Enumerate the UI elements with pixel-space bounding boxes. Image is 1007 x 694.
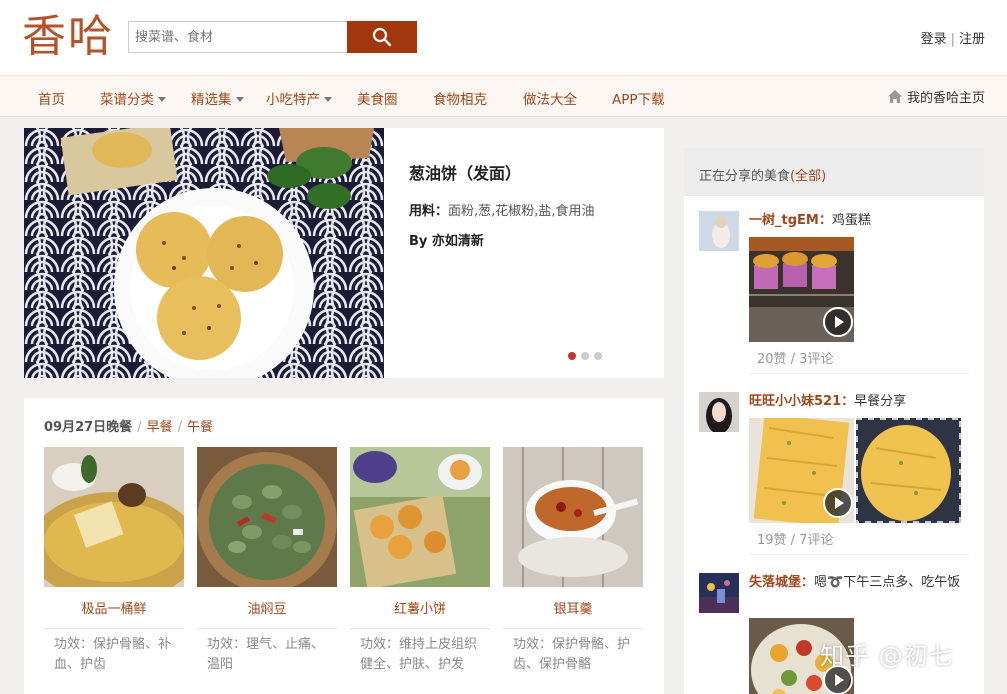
featured-recipe-ingredients: 用料：面粉,葱,花椒粉,盐,食用油 <box>409 200 595 219</box>
avatar[interactable] <box>699 573 739 613</box>
recipe-photo[interactable] <box>503 447 643 587</box>
scallion-pancake-photo[interactable] <box>24 128 384 378</box>
house-icon <box>887 90 902 103</box>
meal-date[interactable]: 09月27日晚餐 <box>44 420 132 435</box>
nav-label: 菜谱分类 <box>100 92 154 108</box>
tab-lunch[interactable]: 午餐 <box>187 420 213 435</box>
play-icon <box>835 497 844 509</box>
zhihu-watermark: 知乎 @初七 <box>820 642 954 670</box>
feed-photos <box>749 418 961 523</box>
recipe-effect: 功效：保护骨骼、补血、护齿 <box>54 637 172 672</box>
caret-down-icon <box>235 97 244 102</box>
caret-down-icon <box>324 97 332 102</box>
feed-message: 早餐分享 <box>854 394 907 409</box>
avatar[interactable] <box>699 392 739 432</box>
nav-item-home[interactable]: 首页 <box>38 88 65 108</box>
sharing-sidebar: 正在分享的美食(全部) 一树_tgEM：鸡蛋糕 20赞 / 3评论 旺旺小小妹5… <box>684 148 984 694</box>
feed-photos <box>749 237 854 342</box>
feed-caption: 一树_tgEM：鸡蛋糕 <box>749 211 971 231</box>
feed-caption: 旺旺小小妹521：早餐分享 <box>749 392 971 412</box>
my-home-label: 我的香哈主页 <box>906 91 985 106</box>
meal-tabs: 09月27日晚餐 / 早餐 / 午餐 <box>44 420 213 435</box>
carousel-dot[interactable] <box>568 352 576 360</box>
meal-recommendations: 09月27日晚餐 / 早餐 / 午餐 极品一桶鲜 功效：保护骨骼、补血、护齿 油… <box>24 398 664 694</box>
play-video-button[interactable] <box>823 307 853 337</box>
recipe-photo[interactable] <box>350 447 490 587</box>
feed-stats: 19赞 / 7评论 <box>757 533 834 548</box>
recipe-name[interactable]: 银耳羹 <box>503 598 643 618</box>
carousel-dot[interactable] <box>581 352 589 360</box>
nav-label: 美食圈 <box>357 92 398 108</box>
sidebar-title: 正在分享的美食(全部) <box>684 148 984 196</box>
search-input[interactable] <box>128 21 348 53</box>
nav-label: 小吃特产 <box>266 92 320 108</box>
auth-separator: | <box>950 32 955 47</box>
featured-recipe-author[interactable]: By 亦如清新 <box>409 230 484 249</box>
recipe-name[interactable]: 油焖豆 <box>197 598 337 618</box>
header: 香哈 登录| 注册 <box>0 0 1007 75</box>
play-icon <box>835 674 844 686</box>
recipe-card[interactable]: 银耳羹 功效：保护骨骼、护齿、保护骨骼 <box>503 447 643 675</box>
ingredients-list: 面粉,葱,花椒粉,盐,食用油 <box>448 204 595 219</box>
recipe-effect: 功效：理气、止痛、温阳 <box>207 637 325 672</box>
nav-label: 食物相克 <box>433 92 487 108</box>
play-video-button[interactable] <box>823 488 853 518</box>
featured-recipe-title[interactable]: 葱油饼（发面） <box>409 160 521 184</box>
feed-caption: 失落城堡：嗯➰下午三点多、吃午饭 <box>749 573 971 593</box>
nav-item-snacks[interactable]: 小吃特产 <box>266 88 332 108</box>
carousel-dot[interactable] <box>594 352 602 360</box>
nav-item-recipe-categories[interactable]: 菜谱分类 <box>100 88 166 108</box>
feed-photo[interactable] <box>856 418 961 523</box>
nav-item-food-circle[interactable]: 美食圈 <box>357 88 398 108</box>
recipe-card[interactable]: 极品一桶鲜 功效：保护骨骼、补血、护齿 <box>44 447 184 675</box>
caret-down-icon <box>158 97 166 102</box>
recipe-name[interactable]: 极品一桶鲜 <box>44 598 184 618</box>
recipe-effect: 功效：维持上皮组织健全、护肤、护发 <box>360 637 478 672</box>
featured-recipe-card[interactable]: 葱油饼（发面） 用料：面粉,葱,花椒粉,盐,食用油 By 亦如清新 <box>24 128 664 378</box>
recipe-photo[interactable] <box>44 447 184 587</box>
ingredients-label: 用料： <box>409 204 449 219</box>
recipe-card[interactable]: 油焖豆 功效：理气、止痛、温阳 <box>197 447 337 675</box>
search-button[interactable] <box>347 21 417 53</box>
recipe-name[interactable]: 红薯小饼 <box>350 598 490 618</box>
feed-photo[interactable] <box>749 237 854 342</box>
nav-label: APP下载 <box>612 92 665 108</box>
main-nav: 首页 菜谱分类 精选集 小吃特产 美食圈 食物相克 做法大全 APP下载 我的香… <box>0 75 1007 117</box>
feed-username[interactable]: 旺旺小小妹521： <box>749 394 854 409</box>
feed-stats: 20赞 / 3评论 <box>757 352 834 367</box>
nav-item-food-conflicts[interactable]: 食物相克 <box>433 88 487 108</box>
nav-item-collections[interactable]: 精选集 <box>191 88 244 108</box>
sidebar-heading: 正在分享的美食 <box>699 169 791 184</box>
feed-message: 嗯➰下午三点多、吃午饭 <box>814 575 961 590</box>
feed-message: 鸡蛋糕 <box>831 213 871 228</box>
nav-label: 精选集 <box>191 92 232 108</box>
nav-item-app-download[interactable]: APP下载 <box>612 88 665 108</box>
my-home-link[interactable]: 我的香哈主页 <box>887 87 985 106</box>
feed-photo[interactable] <box>749 418 854 523</box>
auth-links: 登录 | 注册 <box>921 28 985 47</box>
recipe-card[interactable]: 红薯小饼 功效：维持上皮组织健全、护肤、护发 <box>350 447 490 675</box>
recipe-photo[interactable] <box>197 447 337 587</box>
nav-label: 做法大全 <box>523 92 577 108</box>
tab-breakfast[interactable]: 早餐 <box>147 420 173 435</box>
play-icon <box>835 316 844 328</box>
carousel-dots <box>568 352 602 360</box>
recipe-effect: 功效：保护骨骼、护齿、保护骨骼 <box>513 637 631 672</box>
feed-username[interactable]: 失落城堡： <box>749 575 814 590</box>
nav-item-methods[interactable]: 做法大全 <box>523 88 577 108</box>
register-link[interactable]: 注册 <box>959 32 985 47</box>
sidebar-all-link[interactable]: (全部) <box>790 169 826 184</box>
site-logo[interactable]: 香哈 <box>22 8 114 66</box>
feed-username[interactable]: 一树_tgEM： <box>749 213 832 228</box>
nav-label: 首页 <box>38 92 65 108</box>
avatar[interactable] <box>699 211 739 251</box>
search-icon <box>372 27 392 47</box>
login-link[interactable]: 登录 <box>921 32 947 47</box>
